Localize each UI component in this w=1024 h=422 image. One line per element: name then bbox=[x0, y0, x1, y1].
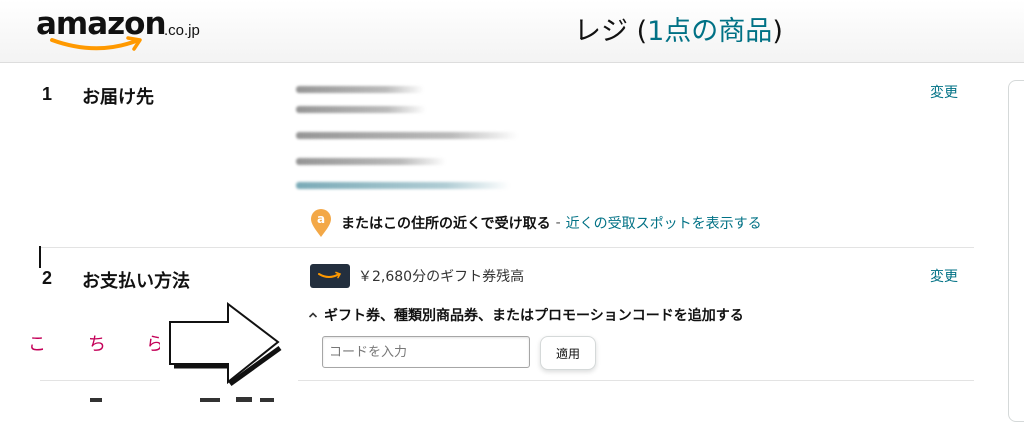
promo-code-input[interactable] bbox=[322, 336, 530, 368]
add-promo-code-toggle[interactable]: ギフト券、種類別商品券、またはプロモーションコードを追加する bbox=[308, 304, 744, 326]
pickup-pin-letter: a bbox=[317, 212, 325, 226]
annotation-char: ち bbox=[88, 334, 106, 355]
payment-section-title: お支払い方法 bbox=[82, 271, 190, 292]
logo-domain-suffix: .co.jp bbox=[164, 22, 200, 39]
pickup-location-pin-icon: a bbox=[311, 209, 331, 237]
chevron-up-icon bbox=[308, 312, 318, 318]
item-count-link[interactable]: 1点の商品 bbox=[647, 16, 772, 47]
redacted-phone-line bbox=[296, 182, 510, 189]
pickup-option-row: a またはこの住所の近くで受け取る - 近くの受取スポットを表示する bbox=[310, 206, 870, 240]
amazon-logo[interactable]: amazon .co.jp bbox=[36, 6, 216, 56]
order-summary-panel bbox=[1008, 80, 1024, 422]
change-address-link[interactable]: 変更 bbox=[930, 82, 958, 102]
annotation-char: こ bbox=[28, 334, 46, 355]
smile-arrow-icon bbox=[50, 36, 142, 51]
section-divider bbox=[40, 247, 974, 248]
pickup-nearby-text: またはこの住所の近くで受け取る bbox=[341, 216, 551, 232]
redacted-address-line bbox=[296, 86, 424, 93]
apply-code-button[interactable]: 適用 bbox=[540, 336, 596, 370]
gift-card-balance: ￥2,680分のギフト券残高 bbox=[358, 269, 525, 285]
redacted-address-line bbox=[296, 132, 518, 139]
page-title-suffix: ) bbox=[772, 16, 783, 47]
page-title: レジ (1点の商品) bbox=[574, 9, 783, 48]
checkout-header: amazon .co.jp レジ (1点の商品) bbox=[0, 0, 1024, 63]
right-arrow-icon bbox=[160, 300, 298, 387]
redacted-address-line bbox=[296, 106, 426, 113]
pickup-separator: - bbox=[555, 215, 561, 231]
step-number-shipping: 1 bbox=[42, 84, 53, 104]
redacted-address-line bbox=[296, 158, 446, 165]
shipping-section-title: お届け先 bbox=[82, 87, 154, 108]
gift-balance-row: ￥2,680分のギフト券残高 bbox=[310, 263, 524, 289]
step-number-payment: 2 bbox=[42, 268, 53, 288]
add-promo-code-label: ギフト券、種類別商品券、またはプロモーションコードを追加する bbox=[324, 308, 744, 324]
page-title-prefix: レジ ( bbox=[574, 16, 648, 47]
card-smile-icon bbox=[318, 271, 342, 279]
show-pickup-spots-link[interactable]: 近くの受取スポットを表示する bbox=[566, 213, 762, 233]
amazon-gift-card-icon bbox=[310, 264, 350, 288]
change-payment-link[interactable]: 変更 bbox=[930, 266, 958, 286]
next-section-peek bbox=[90, 397, 274, 402]
text-cursor bbox=[39, 246, 41, 268]
